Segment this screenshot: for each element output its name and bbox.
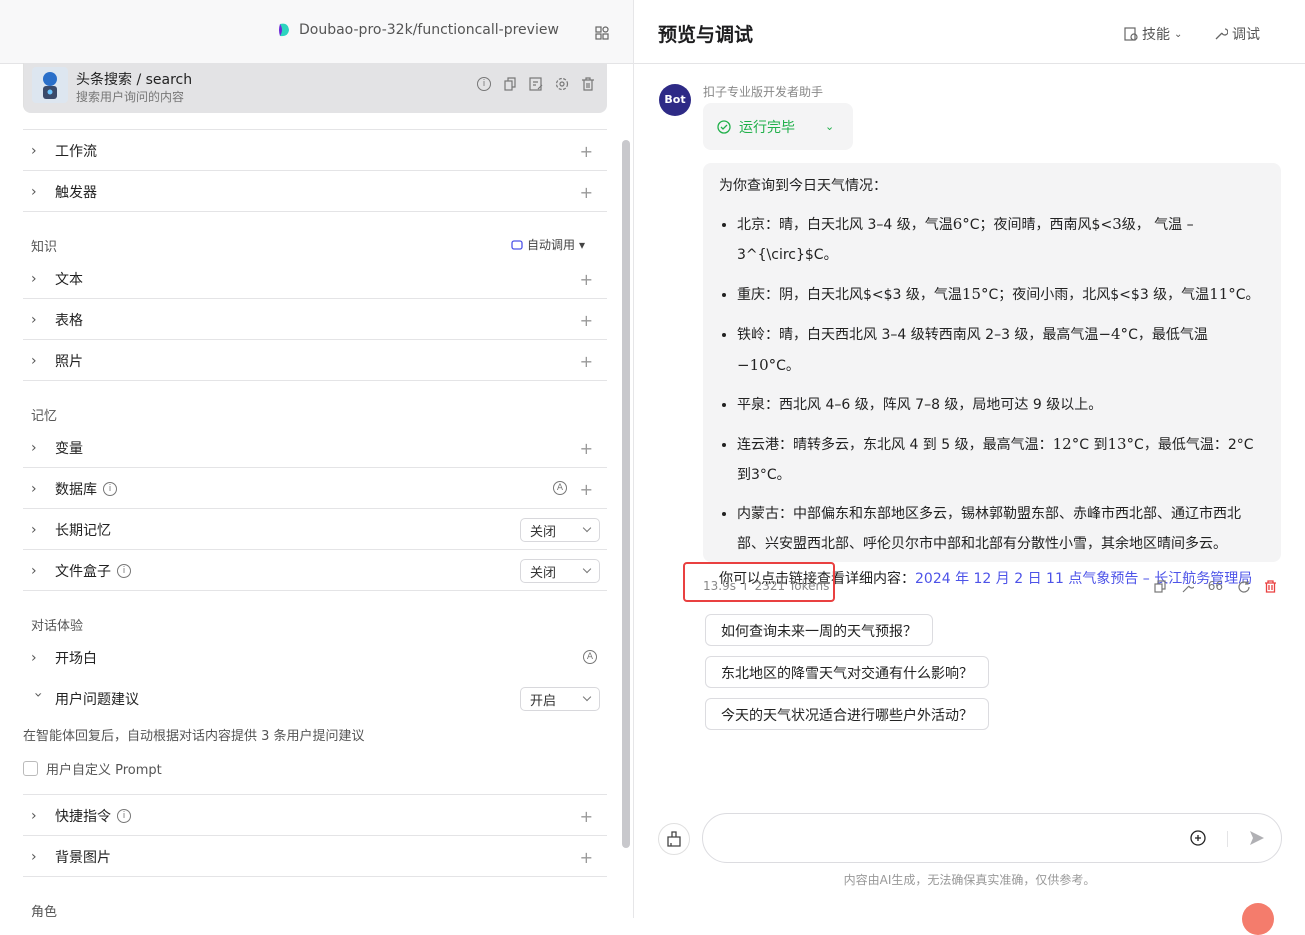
add-icon[interactable]: + [580,142,593,161]
add-icon[interactable]: + [580,311,593,330]
chevron-right-icon: › [31,183,37,200]
section-workflow[interactable]: › 工作流 + [23,130,607,171]
skills-dropdown[interactable]: 技能 ⌄ [1124,24,1182,44]
auto-a-icon: A [583,650,597,664]
add-attachment-icon[interactable] [1190,830,1206,846]
run-status-toggle[interactable]: 运行完毕 ⌄ [703,103,853,150]
quote-icon[interactable]: 66 [1208,580,1223,593]
doubao-logo-icon [279,23,289,37]
add-icon[interactable]: + [580,183,593,202]
add-icon[interactable]: + [580,270,593,289]
refresh-icon[interactable] [1237,580,1250,593]
section-background[interactable]: › 背景图片 + [23,836,607,877]
weather-item: 铁岭：晴，白天西北风 3–4 级转西南风 2–3 级，最高气温−4°C，最低气温… [737,319,1265,381]
delete-icon[interactable] [1264,580,1277,593]
suggestion-chip[interactable]: 东北地区的降雪天气对交通有什么影响？ [705,656,989,688]
suggestion-chip[interactable]: 今天的天气状况适合进行哪些户外活动？ [705,698,989,730]
suggestion-chip[interactable]: 如何查询未来一周的天气预报？ [705,614,933,646]
weather-item: 北京：晴，白天北风 3–4 级，气温6°C；夜间晴，西南风$<3级， 气温 –3… [737,209,1265,270]
suggestions-select[interactable]: 开启 [520,687,600,711]
section-text[interactable]: › 文本 + [23,258,607,299]
auto-call-dropdown[interactable]: 自动调用 ▾ [511,236,585,253]
response-stats: 13.9s ı 2321 Tokens [683,562,835,602]
file-box-select[interactable]: 关闭 [520,559,600,583]
clear-context-button[interactable] [658,823,690,855]
long-memory-select[interactable]: 关闭 [520,518,600,542]
chat-input[interactable] [702,813,1282,863]
custom-prompt-checkbox[interactable]: 用户自定义 Prompt [23,759,162,778]
section-file-box[interactable]: › 文件盒子 i 关闭 [23,550,607,591]
section-database[interactable]: › 数据库 i A + [23,468,607,509]
gear-icon[interactable] [555,77,569,91]
section-variable[interactable]: › 变量 + [23,427,607,468]
left-header: Doubao-pro-32k/functioncall-preview [0,0,633,64]
add-icon[interactable]: + [580,352,593,371]
info-icon[interactable]: i [103,481,117,496]
copy-icon[interactable] [1154,580,1167,593]
grid-icon[interactable] [595,26,609,40]
info-icon[interactable]: i [117,563,131,578]
weather-item: 重庆：阴，白天北风$<$3 级，气温15°C；夜间小雨，北风$<$3 级，气温1… [737,279,1265,310]
copy-icon[interactable] [503,77,517,91]
wrench-icon [1215,28,1228,40]
add-icon[interactable]: + [580,848,593,867]
chevron-right-icon: › [31,142,37,159]
weather-item: 连云港：晴转多云，东北风 4 到 5 级，最高气温：12°C 到13°C，最低气… [737,429,1265,490]
auto-icon [511,239,523,250]
section-suggestions[interactable]: › 用户问题建议 开启 [23,678,607,719]
send-icon[interactable] [1249,830,1265,846]
chevron-down-icon: › [30,691,46,698]
add-icon[interactable]: + [580,807,593,826]
chevron-down-icon: ⌄ [825,120,835,133]
assistant-mascot[interactable] [1242,903,1274,935]
section-opening[interactable]: › 开场白 A [23,637,607,678]
role-heading: 角色 [31,905,58,918]
section-long-memory[interactable]: › 长期记忆 关闭 [23,509,607,550]
dialog-heading: 对话体验 [31,619,84,634]
memory-heading: 记忆 [31,409,58,424]
section-photo[interactable]: › 照片 + [23,340,607,381]
plugin-item-search[interactable]: 头条搜索 / search 搜索用户询问的内容 i [23,63,607,113]
debug-button[interactable]: 调试 [1214,24,1260,44]
preview-panel: 预览与调试 技能 ⌄ 调试 Bot 扣子专业版开发者助手 运行完毕 ⌄ 为你查询到… [634,0,1305,935]
scrollbar[interactable] [622,140,630,848]
weather-item: 内蒙古：中部偏东和东部地区多云，锡林郭勒盟东部、赤峰市西北部、通辽市西北部、兴安… [737,499,1265,559]
config-panel: Doubao-pro-32k/functioncall-preview 头条搜索… [0,0,634,918]
add-icon[interactable]: + [580,439,593,458]
bot-avatar: Bot [659,84,691,116]
trash-icon[interactable] [581,77,595,91]
auto-a-icon: A [553,481,567,495]
info-icon[interactable]: i [117,808,131,823]
robot-avatar [32,67,68,103]
broom-icon [667,831,681,847]
bot-message: 为你查询到今日天气情况： 北京：晴，白天北风 3–4 级，气温6°C；夜间晴，西… [703,163,1281,587]
message-input[interactable] [723,828,1163,850]
section-shortcut[interactable]: › 快捷指令 i + [23,795,607,836]
add-icon[interactable]: + [580,480,593,499]
weather-item: 平泉：西北风 4–6 级，阵风 7–8 级，局地可达 9 级以上。 [737,390,1265,420]
edit-icon[interactable] [529,77,543,91]
section-table[interactable]: › 表格 + [23,299,607,340]
section-trigger[interactable]: › 触发器 + [23,171,607,212]
check-circle-icon [717,119,731,134]
model-selector[interactable]: Doubao-pro-32k/functioncall-preview [277,22,559,38]
skills-icon [1124,27,1138,41]
knowledge-heading: 知识 [31,240,58,255]
info-icon[interactable]: i [477,77,491,91]
wrench-icon[interactable] [1181,580,1194,593]
page-title: 预览与调试 [658,24,754,46]
